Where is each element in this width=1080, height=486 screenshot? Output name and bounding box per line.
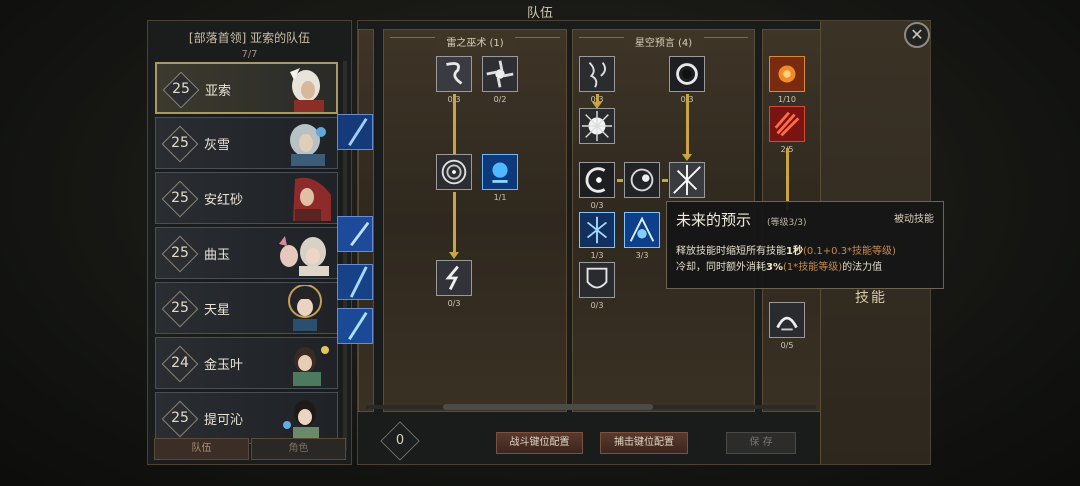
member-row[interactable]: 25 亚索 [155, 62, 338, 114]
skill-slot[interactable]: 1/10 [769, 56, 805, 104]
roster-panel: [部落首领] 亚索的队伍 7/7 25 亚索 25 灰雪 25 安红砂 25 曲… [147, 20, 352, 465]
skill-slot[interactable]: 0/3 [436, 260, 472, 308]
skill-slot[interactable]: 0/3 [436, 56, 472, 104]
skill-slot[interactable] [436, 154, 472, 190]
skill-slot[interactable]: 0/2 [482, 56, 518, 104]
skill-link [617, 179, 623, 182]
member-row[interactable]: 25 灰雪 [155, 117, 338, 169]
member-name: 安红砂 [204, 193, 244, 208]
skill-slot[interactable] [669, 162, 705, 198]
skill-link [453, 94, 456, 160]
member-name: 金玉叶 [204, 358, 244, 373]
capture-keys-button[interactable]: 捕击键位配置 [600, 432, 688, 454]
skill-column-thunder: 雷之巫术 (1) 0/3 0/2 1/1 0/3 [383, 29, 567, 412]
avatar [265, 120, 335, 166]
skill-points-value: 0 [395, 433, 405, 448]
skill-slot[interactable] [337, 264, 373, 300]
level-badge: 25 [161, 235, 199, 273]
link-arrow [682, 154, 692, 161]
skill-link [686, 94, 689, 156]
avatar [265, 285, 335, 331]
skill-slot[interactable]: 1/3 [579, 212, 615, 260]
skill-slot[interactable]: 0/3 [669, 56, 705, 104]
tab-team[interactable]: 队伍 [154, 438, 249, 460]
tree-scrollbar-thumb[interactable] [443, 404, 653, 410]
skill-slot[interactable]: 0/3 [579, 56, 615, 104]
save-button[interactable]: 保 存 [726, 432, 796, 454]
member-row[interactable]: 25 曲玉 [155, 227, 338, 279]
member-row[interactable]: 24 金玉叶 [155, 337, 338, 389]
column-title: 星空预言 (4) [623, 34, 704, 49]
level-badge: 25 [161, 180, 199, 218]
skill-slot[interactable] [624, 162, 660, 198]
close-button[interactable]: ✕ [904, 22, 930, 48]
member-row[interactable]: 25 安红砂 [155, 172, 338, 224]
avatar [265, 175, 335, 221]
member-name: 提可沁 [204, 413, 244, 428]
skill-slot[interactable]: 0/3 [579, 262, 615, 310]
skill-slot[interactable]: 2/5 [769, 106, 805, 154]
member-row[interactable]: 25 天星 [155, 282, 338, 334]
level-badge: 25 [161, 400, 199, 438]
avatar [265, 395, 335, 441]
roster-tabs: 队伍 角色 [154, 438, 346, 460]
level-badge: 25 [161, 125, 199, 163]
skill-slot[interactable] [579, 108, 615, 144]
member-name: 亚索 [205, 84, 232, 99]
skill-slot[interactable]: 3/3 [624, 212, 660, 260]
avatar [264, 66, 334, 112]
tooltip-skill-level: (等级3/3) [767, 218, 807, 228]
tooltip-skill-name: 未来的预示 [676, 211, 752, 229]
skill-slot[interactable]: 0/5 [769, 302, 805, 350]
member-name: 灰雪 [204, 138, 231, 153]
window-title: 队伍 [526, 6, 553, 21]
skill-label[interactable]: 技能 [855, 287, 887, 307]
avatar [265, 340, 335, 386]
member-row[interactable]: 25 提可沁 [155, 392, 338, 444]
tooltip-line-2: 冷却，同时额外消耗3%(1*技能等级)的法力值 [676, 262, 883, 273]
skill-slot[interactable] [337, 308, 373, 344]
roster-count: 7/7 [241, 49, 258, 60]
skill-column-partial [337, 29, 374, 412]
member-name: 天星 [204, 303, 231, 318]
tooltip-line-1: 释放技能时缩短所有技能1秒(0.1+0.3*技能等级) [676, 246, 896, 257]
level-badge: 25 [161, 290, 199, 328]
skill-link [662, 179, 668, 182]
skill-slot[interactable]: 1/1 [482, 154, 518, 202]
level-badge: 25 [162, 71, 200, 109]
skill-link [453, 192, 456, 254]
skill-tooltip: 未来的预示 (等级3/3) 被动技能 释放技能时缩短所有技能1秒(0.1+0.3… [666, 201, 944, 289]
skill-slot[interactable] [337, 114, 373, 150]
skill-slot[interactable]: 0/3 [579, 162, 615, 210]
tab-character[interactable]: 角色 [251, 438, 346, 460]
close-icon: ✕ [910, 25, 924, 44]
column-title: 雷之巫术 (1) [435, 34, 515, 49]
tooltip-skill-type: 被动技能 [894, 214, 934, 225]
avatar [265, 230, 335, 276]
roster-header: [部落首领] 亚索的队伍 7/7 [148, 21, 351, 61]
skill-slot[interactable] [337, 216, 373, 252]
bottom-bar: 0 战斗键位配置 捕击键位配置 保 存 [358, 420, 930, 464]
roster-title: [部落首领] 亚索的队伍 [188, 31, 311, 45]
level-badge: 24 [161, 345, 199, 383]
combat-keys-button[interactable]: 战斗键位配置 [496, 432, 583, 454]
link-arrow [449, 252, 459, 259]
member-name: 曲玉 [204, 248, 231, 263]
